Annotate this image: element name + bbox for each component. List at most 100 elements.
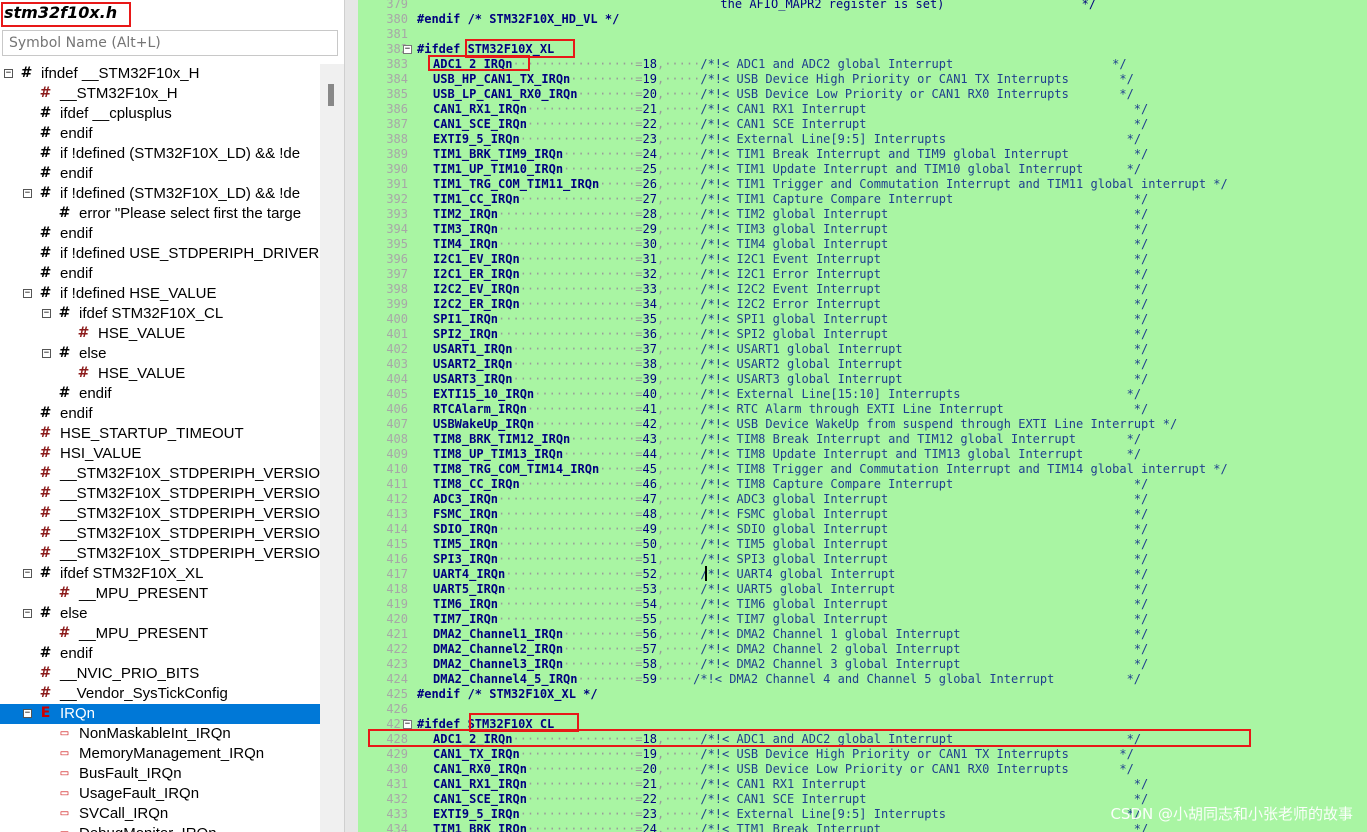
collapse-toggle-icon[interactable]: − [42,309,51,318]
tree-node[interactable]: # endif [0,224,320,244]
enum-value: 57 [642,642,657,656]
tree-scrollbar[interactable] [320,64,344,832]
code-text: CAN1_RX1_IRQn···············=21,·····/*!… [433,102,1149,116]
code-text: TIM8_BRK_TIM12_IRQn·········=43,·····/*!… [433,432,1142,446]
tree-node[interactable]: # __NVIC_PRIO_BITS [0,664,320,684]
file-title: stm32f10x.h [4,3,118,22]
code-line: 394 TIM3_IRQn···················=29,·····… [358,222,1367,237]
tree-node[interactable]: − # else [0,344,320,364]
tree-node-label: endif [60,225,93,242]
tree-node[interactable]: # endif [0,124,320,144]
tree-node[interactable]: − # if !defined (STM32F10X_LD) && !de [0,184,320,204]
tree-node[interactable]: ▭ UsageFault_IRQn [0,784,320,804]
enum-value: 44 [642,447,657,461]
tree-node-label: endif [60,265,93,282]
tree-node[interactable]: − # if !defined HSE_VALUE [0,284,320,304]
enum-identifier: TIM4_IRQn [433,237,499,251]
fold-toggle-icon[interactable]: − [403,45,412,54]
tree-node[interactable]: # HSI_VALUE [0,444,320,464]
tree-node[interactable]: # endif [0,384,320,404]
tree-node[interactable]: # ifdef __cplusplus [0,104,320,124]
code-editor[interactable]: 379 the AFIO_MAPR2 register is set) */38… [358,0,1367,832]
code-text: TIM1_BRK_IRQn···············=24,·····/*!… [433,822,1148,832]
fold-toggle-icon[interactable]: − [403,720,412,729]
line-number: 387 [386,117,408,131]
line-number: 404 [386,372,408,386]
code-line: 408 TIM8_BRK_TIM12_IRQn·········=43,·····… [358,432,1367,447]
preprocessor-icon: # [58,345,71,361]
line-number: 395 [386,237,408,251]
code-comment: /*!< TIM8 Update Interrupt and TIM13 glo… [700,447,1142,461]
tree-node[interactable]: ▭ BusFault_IRQn [0,764,320,784]
tree-node[interactable]: ▭ DebugMonitor_IRQn [0,824,320,832]
tree-node[interactable]: ▭ SVCall_IRQn [0,804,320,824]
code-text: CAN1_SCE_IRQn···············=22,·····/*!… [433,117,1149,131]
tree-node[interactable]: # __STM32F10X_STDPERIPH_VERSION [0,464,320,484]
tree-node[interactable]: ▭ MemoryManagement_IRQn [0,744,320,764]
code-comment: /*!< USART2 global Interrupt */ [700,357,1149,371]
line-number: 382 [386,42,408,56]
line-number: 430 [386,762,408,776]
tree-node[interactable]: − # ifdef STM32F10X_XL [0,564,320,584]
code-line: 392 TIM1_CC_IRQn················=27,·····… [358,192,1367,207]
panel-splitter[interactable] [344,0,358,832]
code-comment: /*!< TIM1 Update Interrupt and TIM10 glo… [700,162,1142,176]
tree-node[interactable]: # HSE_VALUE [0,364,320,384]
tree-node[interactable]: # __MPU_PRESENT [0,584,320,604]
preprocessor-icon: # [39,245,52,261]
collapse-toggle-icon[interactable]: − [23,289,32,298]
tree-node[interactable]: # endif [0,644,320,664]
collapse-toggle-icon[interactable]: − [23,189,32,198]
enum-identifier: SPI1_IRQn [433,312,499,326]
tree-node[interactable]: # __STM32F10X_STDPERIPH_VERSION [0,504,320,524]
tree-node[interactable]: ▭ NonMaskableInt_IRQn [0,724,320,744]
symbol-search-input[interactable] [2,30,338,56]
code-comment: /*!< USB Device Low Priority or CAN1 RX0… [700,87,1134,101]
enum-identifier: TIM5_IRQn [433,537,499,551]
tree-node-label: else [60,605,88,622]
tree-node[interactable]: − E IRQn [0,704,320,724]
collapse-toggle-icon[interactable]: − [42,349,51,358]
code-text: I2C2_EV_IRQn················=33,·····/*!… [433,282,1149,296]
tree-node[interactable]: # __STM32F10X_STDPERIPH_VERSION [0,524,320,544]
collapse-toggle-icon[interactable]: − [23,569,32,578]
tree-node[interactable]: # if !defined USE_STDPERIPH_DRIVER [0,244,320,264]
collapse-toggle-icon[interactable]: − [23,609,32,618]
tree-node[interactable]: # __STM32F10x_H [0,84,320,104]
tree-node[interactable]: − # ifdef STM32F10X_CL [0,304,320,324]
enum-identifier: CAN1_RX0_IRQn [433,762,527,776]
line-number: 425 [386,687,408,701]
enum-identifier: CAN1_SCE_IRQn [433,792,527,806]
enum-identifier: EXTI9_5_IRQn [433,807,520,821]
tree-node[interactable]: # endif [0,264,320,284]
line-number: 390 [386,162,408,176]
collapse-toggle-icon[interactable]: − [4,69,13,78]
tree-node[interactable]: # if !defined (STM32F10X_LD) && !de [0,144,320,164]
tree-node[interactable]: # endif [0,164,320,184]
tree-node[interactable]: # HSE_VALUE [0,324,320,344]
tree-node[interactable]: # endif [0,404,320,424]
tree-node[interactable]: − # ifndef __STM32F10x_H [0,64,320,84]
tree-node[interactable]: # __Vendor_SysTickConfig [0,684,320,704]
tree-node-label: __NVIC_PRIO_BITS [60,665,200,682]
enum-value: 53 [642,582,657,596]
enum-value: 55 [642,612,657,626]
enum-value: 48 [642,507,657,521]
code-text: CAN1_SCE_IRQn···············=22,·····/*!… [433,792,1149,806]
tree-node[interactable]: # __STM32F10X_STDPERIPH_VERSION [0,544,320,564]
scrollbar-thumb[interactable] [328,84,334,106]
enum-value: 35 [642,312,657,326]
preprocessor-icon: # [39,265,52,281]
tree-node[interactable]: − # else [0,604,320,624]
tree-node[interactable]: # error "Please select first the targe [0,204,320,224]
enum-identifier: USART1_IRQn [433,342,513,356]
code-line: 401 SPI2_IRQn···················=36,·····… [358,327,1367,342]
tree-node[interactable]: # __STM32F10X_STDPERIPH_VERSION [0,484,320,504]
tree-node-label: __Vendor_SysTickConfig [60,685,228,702]
code-text: USB_LP_CAN1_RX0_IRQn········=20,·····/*!… [433,87,1134,101]
tree-node[interactable]: # HSE_STARTUP_TIMEOUT [0,424,320,444]
tree-node[interactable]: # __MPU_PRESENT [0,624,320,644]
collapse-toggle-icon[interactable]: − [23,709,32,718]
enum-value: 18 [642,732,657,746]
enum-member-icon: ▭ [59,788,70,799]
